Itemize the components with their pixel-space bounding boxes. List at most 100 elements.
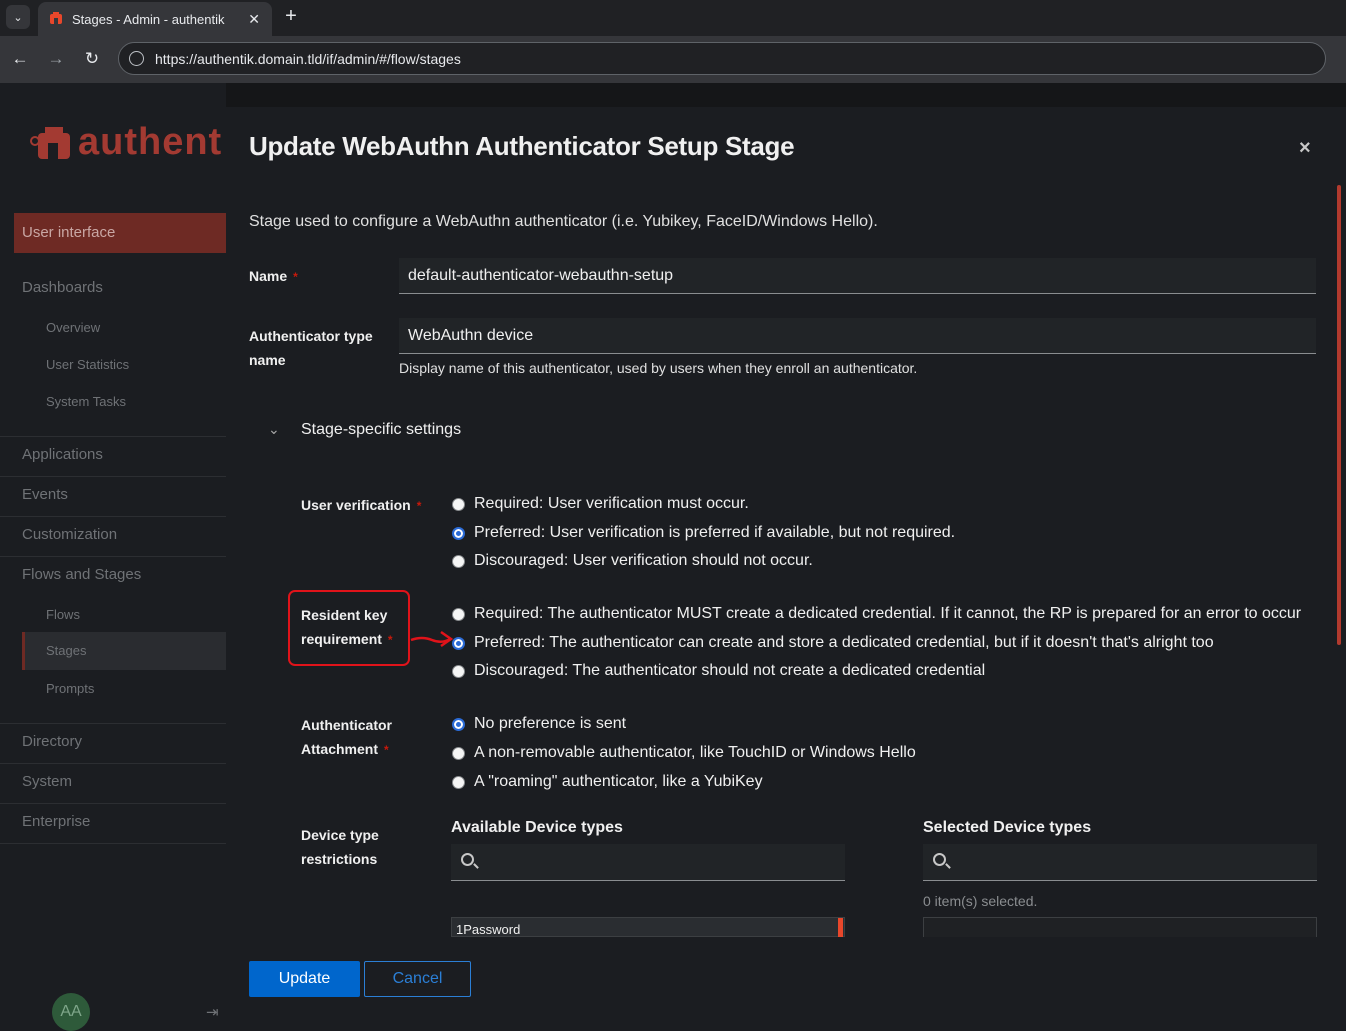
new-tab-button[interactable]: +: [281, 5, 301, 27]
modal-title: Update WebAuthn Authenticator Setup Stag…: [249, 131, 795, 161]
attachment-option-platform[interactable]: A non-removable authenticator, like Touc…: [452, 744, 916, 762]
list-item[interactable]: 1Password: [456, 922, 520, 937]
authenticator-type-input[interactable]: WebAuthn device: [399, 318, 1316, 354]
tab-close-icon[interactable]: ✕: [248, 11, 260, 28]
sidebar-item-applications[interactable]: Applications: [22, 446, 103, 463]
option-label: Preferred: The authenticator can create …: [474, 634, 1214, 651]
user-verification-label: User verification *: [301, 493, 421, 518]
option-label: A "roaming" authenticator, like a YubiKe…: [474, 773, 763, 790]
sidebar-item-dashboards[interactable]: Dashboards: [22, 279, 103, 296]
close-icon[interactable]: ×: [1299, 137, 1311, 160]
authentik-logo-icon: [30, 126, 70, 159]
annotation-highlight-box: [288, 590, 410, 666]
sidebar-divider: [0, 476, 226, 477]
attachment-option-none[interactable]: No preference is sent: [452, 715, 626, 733]
radio-button[interactable]: [452, 607, 465, 621]
selected-device-types-title: Selected Device types: [923, 819, 1092, 836]
name-input[interactable]: default-authenticator-webauthn-setup: [399, 258, 1316, 294]
authenticator-type-helper: Display name of this authenticator, used…: [399, 360, 918, 376]
authenticator-type-label-line1: Authenticator type: [249, 328, 373, 344]
device-type-label: Device type restrictions: [301, 823, 379, 871]
radio-button-checked[interactable]: [452, 526, 465, 540]
available-device-types-title: Available Device types: [451, 819, 623, 836]
chevron-down-icon[interactable]: ⌄: [268, 421, 280, 438]
sidebar-item-overview[interactable]: Overview: [46, 320, 100, 335]
required-mark: *: [384, 743, 389, 757]
radio-button[interactable]: [452, 554, 465, 568]
sidebar-item-events[interactable]: Events: [22, 486, 68, 503]
sidebar-item-user-interface[interactable]: User interface: [14, 213, 226, 253]
avatar[interactable]: AA: [52, 993, 90, 1031]
modal-footer: Update Cancel: [226, 937, 1346, 1024]
stage-specific-settings-toggle[interactable]: Stage-specific settings: [301, 421, 461, 439]
sidebar-divider: [0, 843, 226, 844]
sidebar-item-enterprise[interactable]: Enterprise: [22, 813, 90, 830]
sidebar-item-flows[interactable]: Flows: [46, 607, 80, 622]
search-icon: [461, 853, 474, 866]
tab-search-chevron-icon[interactable]: ⌄: [6, 5, 30, 29]
sidebar-item-customization[interactable]: Customization: [22, 526, 117, 543]
option-label: Discouraged: The authenticator should no…: [474, 662, 986, 679]
forward-icon[interactable]: →: [45, 48, 67, 70]
sidebar-item-stages[interactable]: Stages: [22, 632, 226, 670]
sidebar-item-system[interactable]: System: [22, 773, 72, 790]
browser-tabbar: ⌄ Stages - Admin - authentik ✕ +: [0, 0, 1346, 36]
authenticator-type-label: Authenticator type name: [249, 324, 373, 372]
modal-scrollbar[interactable]: [1337, 185, 1341, 645]
available-device-list[interactable]: 1Password: [451, 917, 845, 937]
update-stage-modal: Update WebAuthn Authenticator Setup Stag…: [226, 107, 1346, 1024]
browser-tab[interactable]: Stages - Admin - authentik ✕: [38, 2, 272, 36]
reload-icon[interactable]: ↻: [81, 48, 103, 70]
sidebar-item-prompts[interactable]: Prompts: [46, 681, 94, 696]
radio-button[interactable]: [452, 664, 465, 678]
device-type-label-line1: Device type: [301, 827, 379, 843]
sidebar-divider: [0, 516, 226, 517]
radio-button[interactable]: [452, 497, 465, 511]
attachment-label-line1: Authenticator: [301, 717, 392, 733]
attachment-option-cross-platform[interactable]: A "roaming" authenticator, like a YubiKe…: [452, 773, 763, 791]
tab-title: Stages - Admin - authentik: [72, 11, 225, 27]
available-search-input[interactable]: [451, 844, 845, 881]
annotation-arrow-icon: [410, 630, 454, 648]
modal-description: Stage used to configure a WebAuthn authe…: [249, 213, 878, 230]
list-scrollbar[interactable]: [838, 918, 843, 937]
address-url[interactable]: https://authentik.domain.tld/if/admin/#/…: [155, 51, 461, 67]
search-icon: [933, 853, 946, 866]
resident-key-option-preferred[interactable]: Preferred: The authenticator can create …: [452, 634, 1214, 652]
sidebar-item-flows-and-stages[interactable]: Flows and Stages: [22, 566, 141, 583]
user-verification-label-text: User verification: [301, 497, 411, 513]
sidebar-divider: [0, 436, 226, 437]
logout-icon[interactable]: ⇥: [206, 1003, 219, 1021]
sidebar-divider: [0, 556, 226, 557]
sidebar-item-user-statistics[interactable]: User Statistics: [46, 357, 129, 372]
site-info-icon[interactable]: [129, 51, 144, 66]
sidebar: authent User interface Dashboards Overvi…: [0, 83, 226, 1031]
browser-toolbar: ← → ↻ https://authentik.domain.tld/if/ad…: [0, 36, 1346, 83]
selected-search-input[interactable]: [923, 844, 1317, 881]
cancel-button[interactable]: Cancel: [364, 961, 471, 997]
sidebar-item-system-tasks[interactable]: System Tasks: [46, 394, 126, 409]
radio-button-checked[interactable]: [452, 636, 465, 650]
user-verification-option-discouraged[interactable]: Discouraged: User verification should no…: [452, 552, 813, 570]
option-label: Required: User verification must occur.: [474, 495, 749, 512]
radio-button[interactable]: [452, 746, 465, 760]
authentik-favicon-icon: [50, 12, 62, 24]
attachment-label: Authenticator Attachment *: [301, 713, 392, 762]
update-button[interactable]: Update: [249, 961, 360, 997]
option-label: A non-removable authenticator, like Touc…: [474, 744, 916, 761]
radio-button-checked[interactable]: [452, 717, 465, 731]
authentik-logo: authent: [30, 121, 222, 164]
address-bar[interactable]: https://authentik.domain.tld/if/admin/#/…: [118, 42, 1326, 75]
back-icon[interactable]: ←: [9, 48, 31, 70]
sidebar-item-directory[interactable]: Directory: [22, 733, 82, 750]
resident-key-option-discouraged[interactable]: Discouraged: The authenticator should no…: [452, 662, 985, 680]
radio-button[interactable]: [452, 775, 465, 789]
selected-device-list[interactable]: [923, 917, 1317, 937]
authenticator-type-label-line2: name: [249, 352, 286, 368]
user-verification-option-required[interactable]: Required: User verification must occur.: [452, 495, 749, 513]
option-label: No preference is sent: [474, 715, 627, 732]
name-label-text: Name: [249, 268, 288, 284]
sidebar-divider: [0, 723, 226, 724]
resident-key-option-required[interactable]: Required: The authenticator MUST create …: [452, 605, 1301, 623]
user-verification-option-preferred[interactable]: Preferred: User verification is preferre…: [452, 524, 955, 542]
